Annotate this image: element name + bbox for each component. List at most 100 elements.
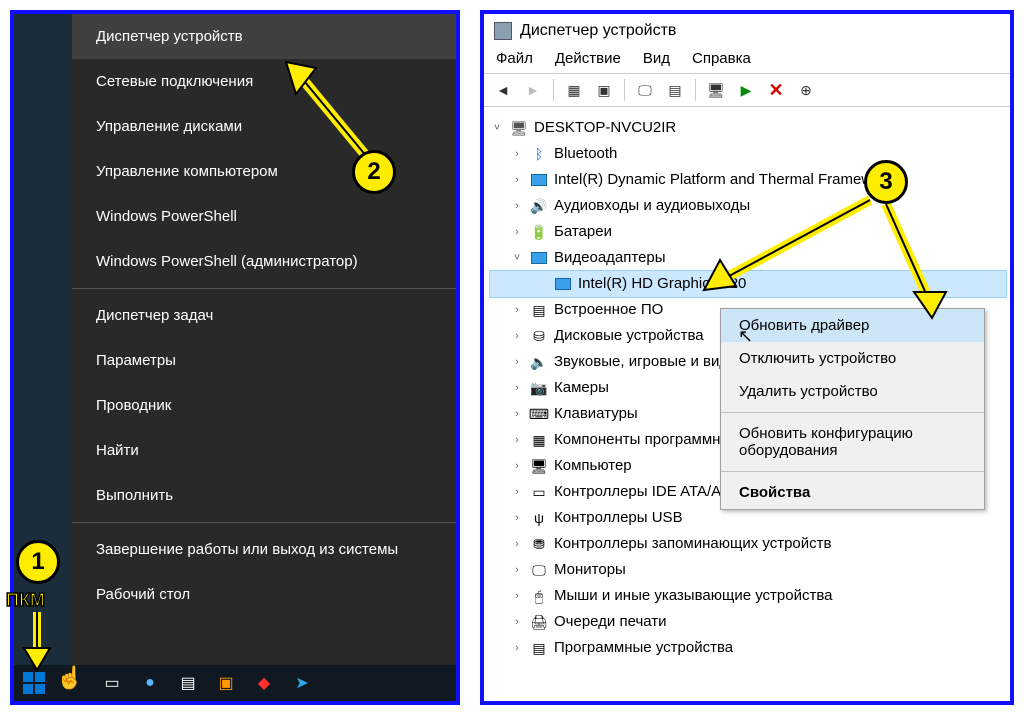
winx-context-menu: Диспетчер устройств Сетевые подключения … <box>72 14 460 694</box>
taskbar-app-icon[interactable]: ▣ <box>214 671 238 695</box>
taskbar-app-icon[interactable]: ◆ <box>252 671 276 695</box>
tool-icon[interactable]: ▦ <box>561 78 587 102</box>
tool-icon[interactable]: ⊕ <box>793 78 819 102</box>
ctx-label: Рабочий стол <box>96 586 190 603</box>
ctx-desktop[interactable]: Рабочий стол <box>72 572 460 617</box>
ctx-label: Выполнить <box>96 487 173 504</box>
ctx-disk-management[interactable]: Управление дисками <box>72 104 460 149</box>
tree-label: Встроенное ПО <box>554 297 663 323</box>
rc-uninstall-device[interactable]: Удалить устройство <box>721 375 984 408</box>
tree-node-mice[interactable]: ›🖱Мыши и иные указывающие устройства <box>490 583 1006 609</box>
ctx-explorer[interactable]: Проводник <box>72 383 460 428</box>
device-manager-icon <box>494 22 512 40</box>
menu-file[interactable]: Файл <box>496 50 533 67</box>
disable-icon[interactable]: ✕ <box>763 78 789 102</box>
rc-label: Обновить драйвер <box>739 317 869 334</box>
taskbar-app-icon[interactable]: ● <box>138 671 162 695</box>
ctx-label: Завершение работы или выход из системы <box>96 541 398 558</box>
tree-node-software-devices[interactable]: ›▤Программные устройства <box>490 635 1006 661</box>
separator <box>553 79 554 101</box>
tree-label: Камеры <box>554 375 609 401</box>
annotation-pkm-label: ПКМ <box>6 590 45 611</box>
window-title-bar: Диспетчер устройств <box>484 14 1010 44</box>
forward-button[interactable]: ► <box>520 78 546 102</box>
tool-icon[interactable]: ▤ <box>662 78 688 102</box>
menu-action[interactable]: Действие <box>555 50 621 67</box>
device-context-menu: Обновить драйвер Отключить устройство Уд… <box>720 308 985 510</box>
tree-label: Видеоадаптеры <box>554 245 666 271</box>
windows-logo-icon <box>23 672 45 694</box>
tree-label: Очереди печати <box>554 609 667 635</box>
tree-node-monitors[interactable]: ›🖵Мониторы <box>490 557 1006 583</box>
separator <box>695 79 696 101</box>
ctx-computer-management[interactable]: Управление компьютером <box>72 149 460 194</box>
tool-icon[interactable]: 🖵 <box>632 78 658 102</box>
tree-label: Контроллеры USB <box>554 505 683 531</box>
ctx-label: Диспетчер задач <box>96 307 213 324</box>
rc-label: Обновить конфигурацию оборудования <box>739 425 913 459</box>
ctx-network-connections[interactable]: Сетевые подключения <box>72 59 460 104</box>
ctx-powershell[interactable]: Windows PowerShell <box>72 194 460 239</box>
start-button[interactable] <box>20 669 48 697</box>
ctx-label: Найти <box>96 442 139 459</box>
menu-help[interactable]: Справка <box>692 50 751 67</box>
rc-scan-hardware[interactable]: Обновить конфигурацию оборудования <box>721 417 984 467</box>
ctx-label: Windows PowerShell <box>96 208 237 225</box>
left-panel: Диспетчер устройств Сетевые подключения … <box>10 10 460 705</box>
tree-label: Батареи <box>554 219 612 245</box>
tree-label: Мониторы <box>554 557 626 583</box>
menu-view[interactable]: Вид <box>643 50 670 67</box>
separator <box>624 79 625 101</box>
toolbar: ◄ ► ▦ ▣ 🖵 ▤ 🖥 ▶ ✕ ⊕ <box>484 73 1010 107</box>
tool-icon[interactable]: 🖥 <box>703 78 729 102</box>
tree-root[interactable]: ˅🖥DESKTOP-NVCU2IR <box>490 115 1006 141</box>
menu-bar: Файл Действие Вид Справка <box>484 44 1010 73</box>
ctx-device-manager[interactable]: Диспетчер устройств <box>72 14 460 59</box>
ctx-powershell-admin[interactable]: Windows PowerShell (администратор) <box>72 239 460 284</box>
taskbar-app-icon[interactable]: ➤ <box>290 671 314 695</box>
rc-disable-device[interactable]: Отключить устройство <box>721 342 984 375</box>
rc-properties[interactable]: Свойства <box>721 476 984 509</box>
tree-label: Клавиатуры <box>554 401 638 427</box>
tree-label: Программные устройства <box>554 635 733 661</box>
rc-label: Свойства <box>739 484 810 501</box>
rc-label: Удалить устройство <box>739 383 878 400</box>
separator <box>721 412 984 413</box>
ctx-search[interactable]: Найти <box>72 428 460 473</box>
annotation-arrow-icon <box>880 200 950 320</box>
task-view-icon[interactable]: ▭ <box>100 671 124 695</box>
rc-label: Отключить устройство <box>739 350 896 367</box>
tree-label: Bluetooth <box>554 141 617 167</box>
annotation-badge-1: 1 <box>16 540 60 584</box>
annotation-arrow-icon <box>700 196 890 306</box>
ctx-task-manager[interactable]: Диспетчер задач <box>72 293 460 338</box>
tree-node-intel-dptf[interactable]: ›Intel(R) Dynamic Platform and Thermal F… <box>490 167 1006 193</box>
enable-icon[interactable]: ▶ <box>733 78 759 102</box>
ctx-label: Проводник <box>96 397 171 414</box>
tree-label: Дисковые устройства <box>554 323 704 349</box>
annotation-arrow-icon <box>22 612 52 672</box>
ctx-label: Сетевые подключения <box>96 73 253 90</box>
tree-label: Мыши и иные указывающие устройства <box>554 583 832 609</box>
back-button[interactable]: ◄ <box>490 78 516 102</box>
separator <box>72 522 460 523</box>
cursor-hand-icon: ☝️ <box>56 665 83 691</box>
ctx-label: Управление компьютером <box>96 163 278 180</box>
ctx-label: Windows PowerShell (администратор) <box>96 253 358 270</box>
ctx-label: Параметры <box>96 352 176 369</box>
cursor-arrow-icon: ↖ <box>738 326 753 347</box>
tree-node-bluetooth[interactable]: ›ᛒBluetooth <box>490 141 1006 167</box>
tree-label: Компьютер <box>554 453 632 479</box>
separator <box>721 471 984 472</box>
tree-node-storage-controllers[interactable]: ›⛃Контроллеры запоминающих устройств <box>490 531 1006 557</box>
ctx-shutdown[interactable]: Завершение работы или выход из системы <box>72 527 460 572</box>
tree-label: Контроллеры запоминающих устройств <box>554 531 831 557</box>
tree-node-print-queues[interactable]: ›🖨Очереди печати <box>490 609 1006 635</box>
tool-icon[interactable]: ▣ <box>591 78 617 102</box>
ctx-label: Управление дисками <box>96 118 242 135</box>
ctx-settings[interactable]: Параметры <box>72 338 460 383</box>
tree-label: DESKTOP-NVCU2IR <box>534 115 676 141</box>
annotation-badge-3: 3 <box>864 160 908 204</box>
taskbar-app-icon[interactable]: ▤ <box>176 671 200 695</box>
ctx-run[interactable]: Выполнить <box>72 473 460 518</box>
